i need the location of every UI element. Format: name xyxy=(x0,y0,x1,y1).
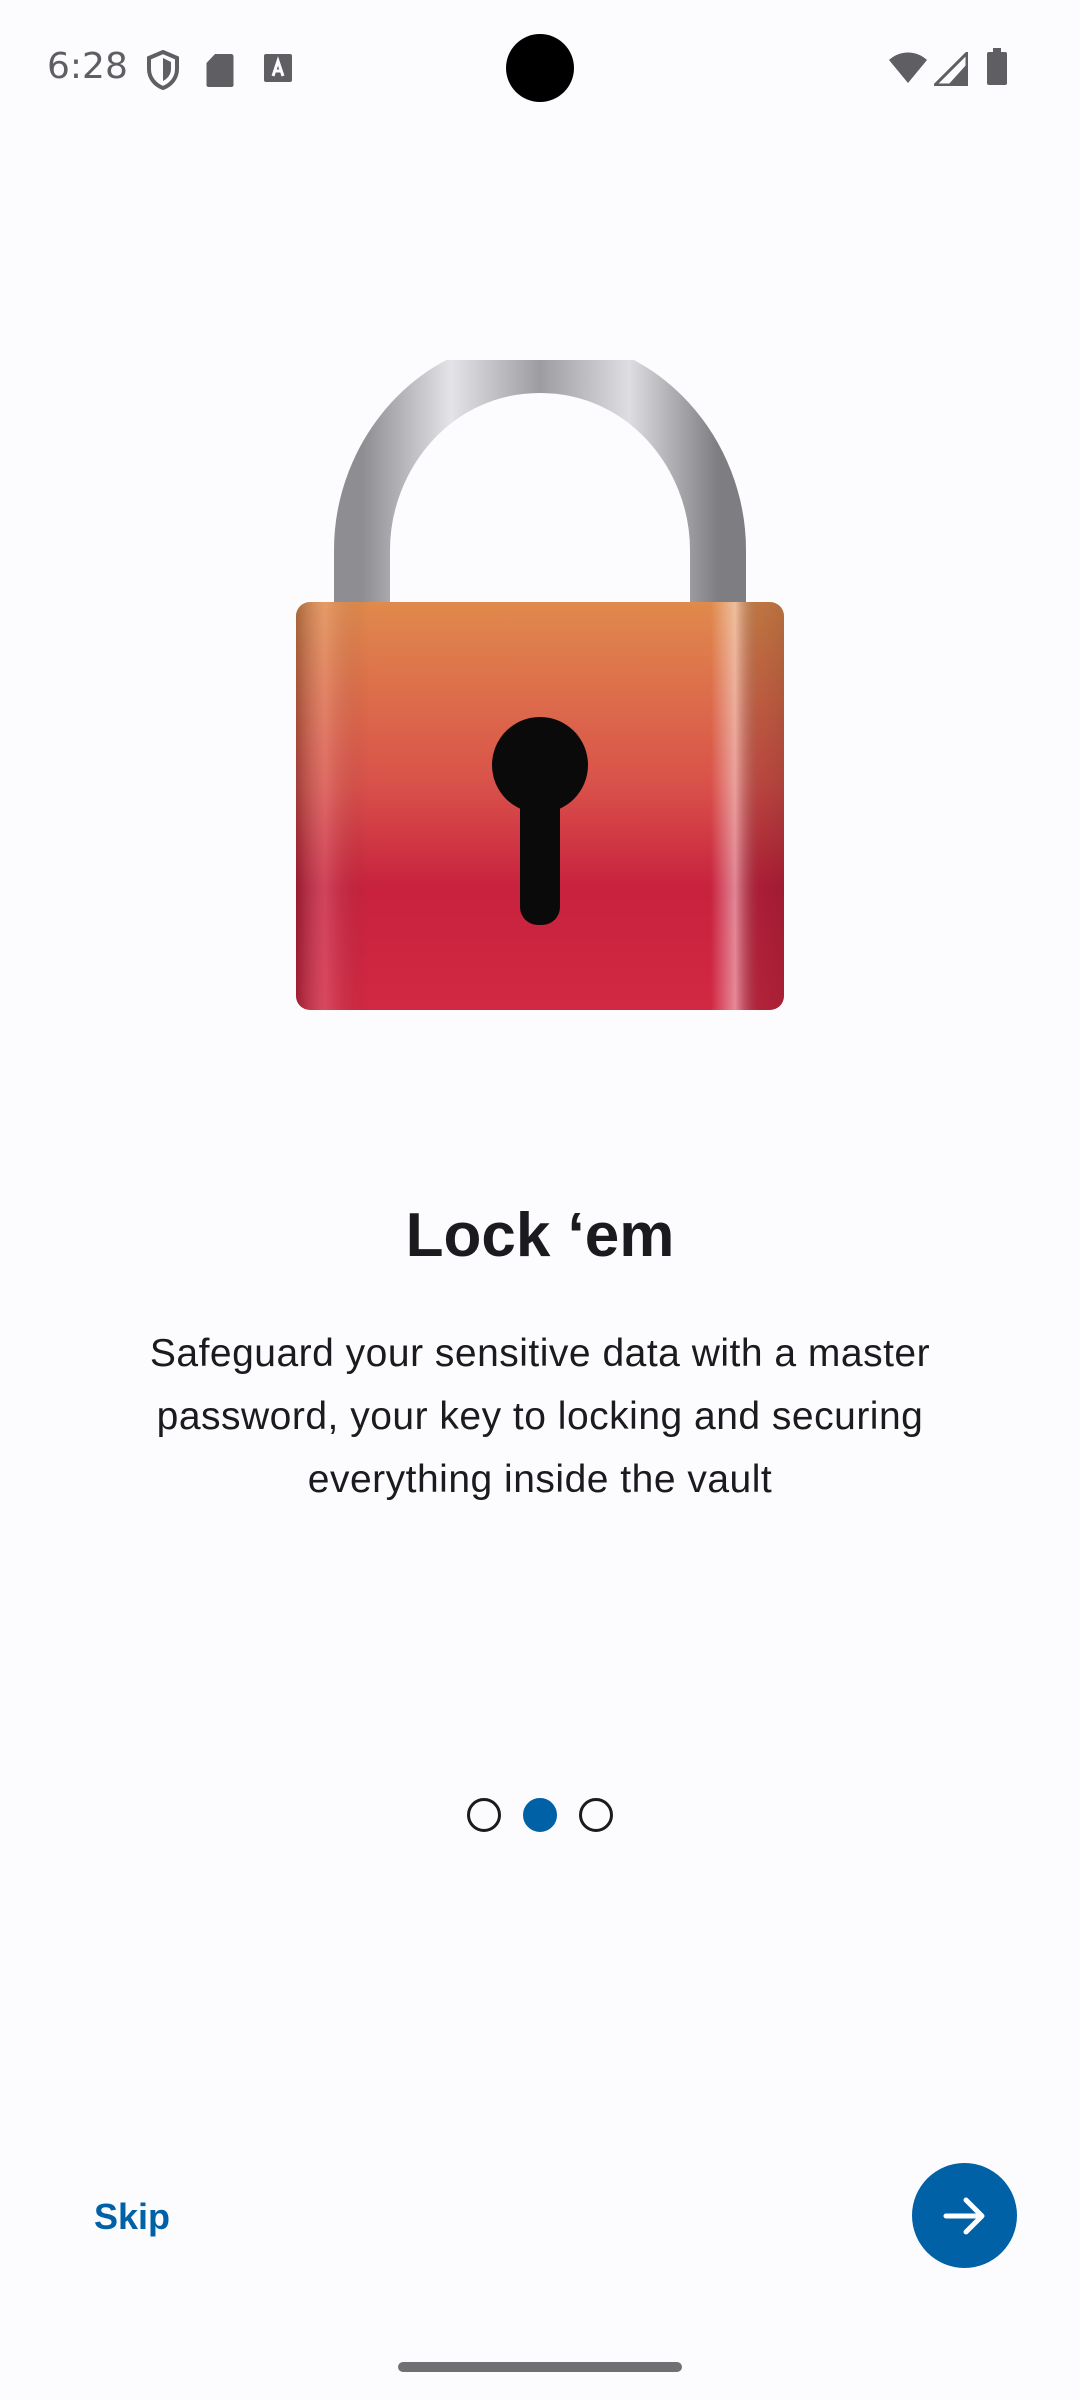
gesture-navigation-bar[interactable] xyxy=(398,2362,682,2372)
status-time: 6:28 xyxy=(47,46,128,87)
wifi-icon xyxy=(888,52,928,89)
shield-icon xyxy=(146,49,180,95)
next-button[interactable] xyxy=(912,2163,1017,2268)
arrow-forward-icon xyxy=(942,2193,988,2239)
page-dot-3[interactable] xyxy=(579,1798,613,1832)
page-indicator xyxy=(0,1798,1080,1832)
onboarding-title: Lock ‘em xyxy=(405,1201,675,1270)
battery-icon xyxy=(986,48,1008,91)
status-bar: 6:28 xyxy=(0,0,1080,136)
skip-button[interactable]: Skip xyxy=(64,2180,200,2254)
padlock-illustration xyxy=(290,336,790,1020)
page-dot-1[interactable] xyxy=(467,1798,501,1832)
cellular-signal-icon xyxy=(931,49,969,91)
camera-cutout xyxy=(506,34,574,102)
font-download-icon xyxy=(263,53,293,90)
page-dot-2-active[interactable] xyxy=(523,1798,557,1832)
sd-card-icon xyxy=(205,52,235,93)
onboarding-description: Safeguard your sensitive data with a mas… xyxy=(149,1332,931,1501)
